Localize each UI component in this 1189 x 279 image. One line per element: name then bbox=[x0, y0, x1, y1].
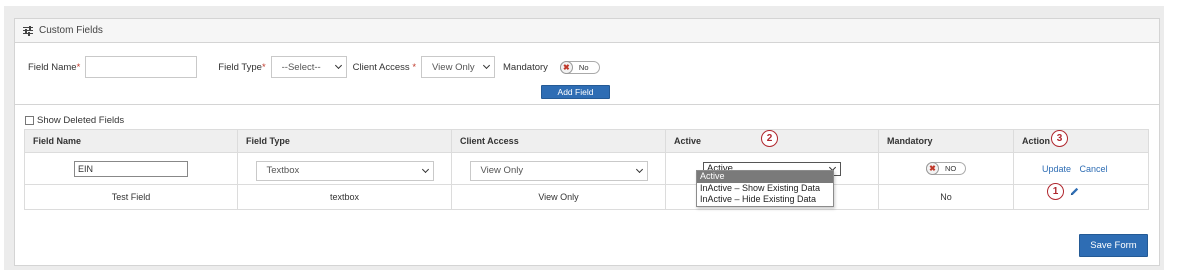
dropdown-option-inactive-show[interactable]: InActive – Show Existing Data bbox=[697, 183, 833, 195]
active-options-dropdown: Active InActive – Show Existing Data InA… bbox=[696, 170, 834, 207]
row-field-type: textbox bbox=[237, 184, 452, 210]
field-type-edit-select[interactable]: Textbox bbox=[255, 160, 434, 181]
page-frame: Custom Fields Field Name* Field Type* --… bbox=[4, 6, 1164, 270]
chevron-down-icon bbox=[421, 165, 429, 173]
client-access-edit-select[interactable]: View Only bbox=[469, 160, 648, 181]
cell-field-type: Textbox bbox=[237, 152, 452, 185]
show-deleted-label: Show Deleted Fields bbox=[37, 115, 125, 126]
fields-table: Field Name Field Type Client Access Acti… bbox=[24, 129, 1149, 210]
cell-action: Update Cancel bbox=[1013, 152, 1149, 185]
field-type-label: Field Type* bbox=[218, 61, 266, 73]
table-row: Test Field textbox View Only No bbox=[24, 184, 1149, 210]
field-name-input[interactable] bbox=[85, 56, 198, 78]
update-link[interactable]: Update bbox=[1042, 164, 1071, 174]
row-mandatory: No bbox=[878, 184, 1014, 210]
client-access-select[interactable]: View Only bbox=[421, 56, 496, 78]
add-field-form: Field Name* Field Type* --Select-- Clien… bbox=[28, 56, 600, 78]
annotation-badge-3: 3 bbox=[1051, 130, 1068, 147]
show-deleted-option[interactable]: Show Deleted Fields bbox=[25, 115, 124, 126]
annotation-badge-2: 2 bbox=[761, 130, 778, 147]
dropdown-option-inactive-hide[interactable]: InActive – Hide Existing Data bbox=[697, 194, 833, 206]
close-icon: ✖ bbox=[559, 60, 573, 74]
mandatory-edit-toggle[interactable]: ✖ NO bbox=[926, 162, 966, 175]
col-action: Action bbox=[1013, 129, 1149, 153]
mandatory-label: Mandatory bbox=[503, 61, 548, 73]
field-type-select[interactable]: --Select-- bbox=[270, 56, 347, 78]
table-header-row: Field Name Field Type Client Access Acti… bbox=[24, 129, 1149, 153]
divider bbox=[15, 104, 1159, 105]
show-deleted-checkbox[interactable] bbox=[25, 116, 34, 125]
col-field-type: Field Type bbox=[237, 129, 452, 153]
col-field-name: Field Name bbox=[24, 129, 238, 153]
chevron-down-icon bbox=[635, 165, 643, 173]
dropdown-option-active[interactable]: Active bbox=[697, 171, 833, 183]
annotation-badge-1: 1 bbox=[1047, 183, 1064, 200]
sliders-icon bbox=[23, 25, 33, 36]
row-action bbox=[1013, 184, 1149, 210]
cell-mandatory: ✖ NO bbox=[878, 152, 1014, 185]
card-header: Custom Fields bbox=[15, 19, 1159, 43]
chevron-down-icon bbox=[334, 61, 342, 70]
client-access-label: Client Access * bbox=[352, 61, 417, 73]
cancel-link[interactable]: Cancel bbox=[1080, 164, 1108, 174]
row-field-name: Test Field bbox=[24, 184, 238, 210]
chevron-down-icon bbox=[482, 61, 491, 70]
close-icon: ✖ bbox=[926, 162, 939, 175]
field-name-edit-input[interactable]: EIN bbox=[74, 160, 188, 177]
cell-field-name: EIN bbox=[24, 152, 238, 185]
add-field-button[interactable]: Add Field bbox=[541, 85, 610, 99]
field-name-label: Field Name* bbox=[28, 61, 81, 73]
col-mandatory: Mandatory bbox=[878, 129, 1014, 153]
pencil-icon[interactable] bbox=[1069, 186, 1080, 197]
mandatory-toggle[interactable]: ✖ No bbox=[559, 60, 600, 74]
col-client-access: Client Access bbox=[451, 129, 666, 153]
table-row-editing: EIN Textbox View Only Active ✖ NO Update… bbox=[24, 152, 1149, 185]
custom-fields-card: Custom Fields Field Name* Field Type* --… bbox=[14, 18, 1160, 266]
card-title: Custom Fields bbox=[39, 25, 103, 36]
save-form-button[interactable]: Save Form bbox=[1079, 234, 1148, 257]
cell-client-access: View Only bbox=[451, 152, 666, 185]
row-client-access: View Only bbox=[451, 184, 666, 210]
